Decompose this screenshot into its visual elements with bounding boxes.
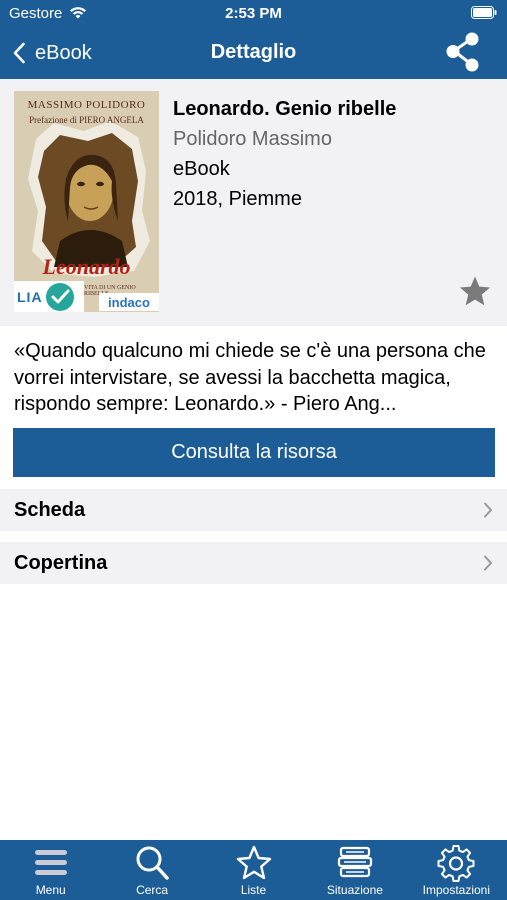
cover-preface-text: Prefazione di PIERO ANGELA (29, 115, 144, 125)
menu-icon (34, 850, 67, 875)
chevron-left-icon (13, 42, 25, 64)
book-edition: 2018, Piemme (173, 188, 302, 210)
star-icon (236, 845, 271, 880)
navigation-bar: eBook Dettaglio (0, 30, 507, 76)
book-detail-card: MASSIMO POLIDORO Prefazione di PIERO ANG… (0, 79, 507, 326)
chevron-right-icon (484, 502, 492, 518)
book-title: Leonardo. Genio ribelle (173, 98, 397, 120)
gear-icon (437, 845, 475, 882)
tab-menu[interactable]: Menu (0, 840, 101, 900)
checkmark-icon (45, 282, 74, 311)
tab-situazione[interactable]: Situazione (304, 840, 405, 900)
cover-title-text: Leonardo (42, 254, 131, 279)
back-label: eBook (35, 41, 92, 64)
tab-liste-label: Liste (240, 883, 267, 897)
lia-badge-label: LIA (17, 288, 43, 305)
row-scheda[interactable]: Scheda (0, 489, 507, 531)
share-icon[interactable] (443, 30, 483, 74)
tab-cerca-label: Cerca (136, 883, 169, 897)
tab-impostazioni-label: Impostazioni (422, 883, 491, 897)
tab-bar: Menu Cerca Liste Situazione Impostazioni (0, 840, 507, 900)
book-cover[interactable]: MASSIMO POLIDORO Prefazione di PIERO ANG… (14, 91, 159, 312)
favorite-star-icon[interactable] (458, 275, 492, 308)
back-button[interactable]: eBook (12, 38, 92, 68)
lia-badge: LIA (14, 281, 84, 312)
status-bar: Gestore 2:53 PM (0, 0, 507, 26)
consult-resource-button[interactable]: Consulta la risorsa (13, 428, 495, 477)
book-format: eBook (173, 158, 230, 180)
indaco-badge: indaco (99, 293, 159, 311)
indaco-badge-label: indaco (108, 294, 150, 310)
tab-situazione-label: Situazione (326, 883, 383, 897)
row-copertina-label: Copertina (14, 551, 108, 574)
battery-icon (471, 6, 497, 19)
tab-menu-label: Menu (35, 883, 66, 897)
status-time: 2:53 PM (225, 5, 282, 22)
cover-author-text: MASSIMO POLIDORO (27, 99, 146, 111)
tab-cerca[interactable]: Cerca (101, 840, 202, 900)
search-icon (136, 846, 169, 880)
book-author: Polidoro Massimo (173, 128, 332, 150)
chevron-right-icon (484, 555, 492, 571)
tab-liste[interactable]: Liste (203, 840, 304, 900)
books-stack-icon (337, 846, 373, 878)
header: Gestore 2:53 PM eBook Dettaglio (0, 0, 507, 79)
tab-impostazioni[interactable]: Impostazioni (406, 840, 507, 900)
row-copertina[interactable]: Copertina (0, 542, 507, 584)
book-description: «Quando qualcuno mi chiede se c'è una pe… (14, 340, 486, 415)
row-scheda-label: Scheda (14, 498, 86, 521)
